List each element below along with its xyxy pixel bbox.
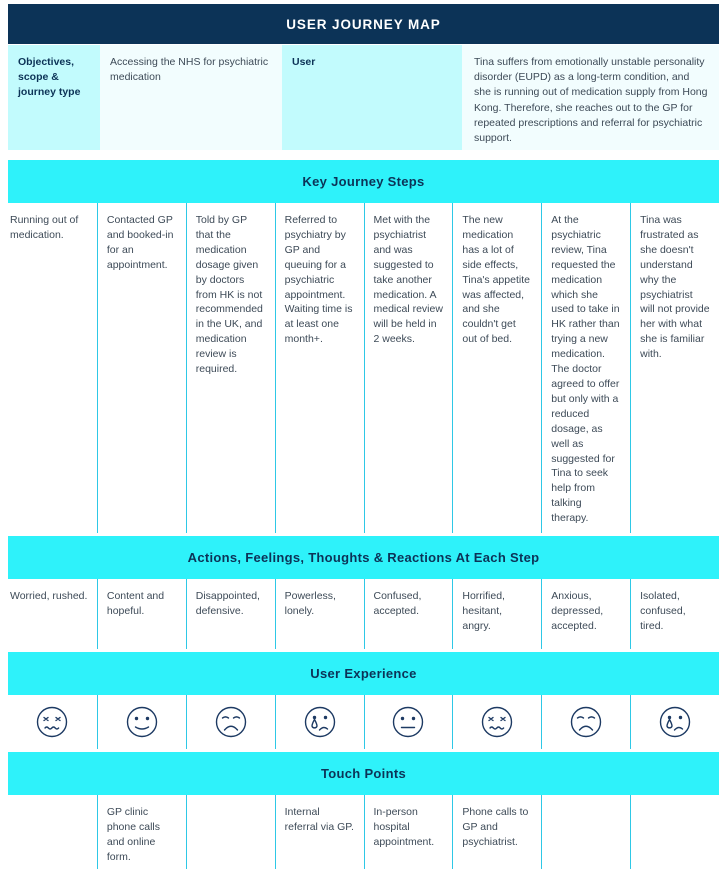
action-cell: Worried, rushed. [10,590,88,602]
action-cell: Powerless, lonely. [274,579,364,649]
crying-face-icon [655,702,695,742]
objectives-label: Objectives, scope & journey type [8,45,100,150]
section-header-user-experience: User Experience [8,652,719,695]
ux-face-cell [541,695,630,749]
ux-face-cell [96,695,186,749]
journey-step-cell: Met with the psychiatrist and was sugges… [363,203,453,533]
ux-face-cell [452,695,541,749]
actions-feelings-row: Worried, rushed. Content and hopeful. Di… [8,579,719,649]
map-title-bar: USER JOURNEY MAP [8,4,719,44]
section-title-steps: Key Journey Steps [302,174,425,189]
confounded-face-icon [32,702,72,742]
touch-point-cell: Internal referral via GP. [274,795,364,869]
confounded-face-icon [477,702,517,742]
journey-step-cell: Tina was frustrated as she doesn't under… [630,203,719,533]
ux-face-cell [363,695,453,749]
touch-points-row: GP clinic phone calls and online form. I… [8,795,719,869]
journey-step-cell: Running out of medication. [10,214,79,241]
section-title-actions: Actions, Feelings, Thoughts & Reactions … [187,550,540,565]
touch-point-cell: In-person hospital appointment. [363,795,453,869]
objectives-value: Accessing the NHS for psychiatric medica… [100,45,282,150]
journey-step-cell: At the psychiatric review, Tina requeste… [541,203,630,533]
user-description: Tina suffers from emotionally unstable p… [462,45,719,150]
page-title: USER JOURNEY MAP [286,16,441,32]
section-header-touch-points: Touch Points [8,752,719,795]
touch-point-cell: GP clinic phone calls and online form. [96,795,186,869]
journey-step-cell: The new medication has a lot of side eff… [452,203,541,533]
touch-point-cell [185,795,275,869]
touch-point-cell [541,795,630,869]
user-journey-map: USER JOURNEY MAP Objectives, scope & jou… [0,0,727,872]
section-header-actions-feelings: Actions, Feelings, Thoughts & Reactions … [8,536,719,579]
action-cell: Content and hopeful. [96,579,186,649]
ux-face-cell [630,695,719,749]
journey-step-cell: Contacted GP and booked-in for an appoin… [96,203,186,533]
touch-point-cell: Phone calls to GP and psychiatrist. [452,795,541,869]
key-journey-steps-row: Running out of medication. Contacted GP … [8,203,719,533]
neutral-face-icon [388,702,428,742]
action-cell: Isolated, confused, tired. [630,579,719,649]
section-title-touch: Touch Points [321,766,406,781]
touch-point-cell [8,795,97,869]
slightly-smiling-face-icon [122,702,162,742]
ux-face-cell [8,695,97,749]
journey-step-cell: Referred to psychiatry by GP and queuing… [274,203,364,533]
ux-face-cell [274,695,364,749]
section-header-key-journey-steps: Key Journey Steps [8,160,719,203]
touch-point-cell [630,795,719,869]
action-cell: Confused, accepted. [363,579,453,649]
frowning-face-icon [211,702,251,742]
ux-face-cell [185,695,275,749]
journey-step-cell: Told by GP that the medication dosage gi… [185,203,275,533]
action-cell: Anxious, depressed, accepted. [541,579,630,649]
crying-face-icon [300,702,340,742]
action-cell: Disappointed, defensive. [185,579,275,649]
action-cell: Horrified, hesitant, angry. [452,579,541,649]
frowning-face-icon [566,702,606,742]
user-experience-row [8,695,719,749]
section-title-ux: User Experience [310,666,417,681]
objectives-meta-row: Objectives, scope & journey type Accessi… [8,45,719,150]
user-label: User [282,45,462,150]
